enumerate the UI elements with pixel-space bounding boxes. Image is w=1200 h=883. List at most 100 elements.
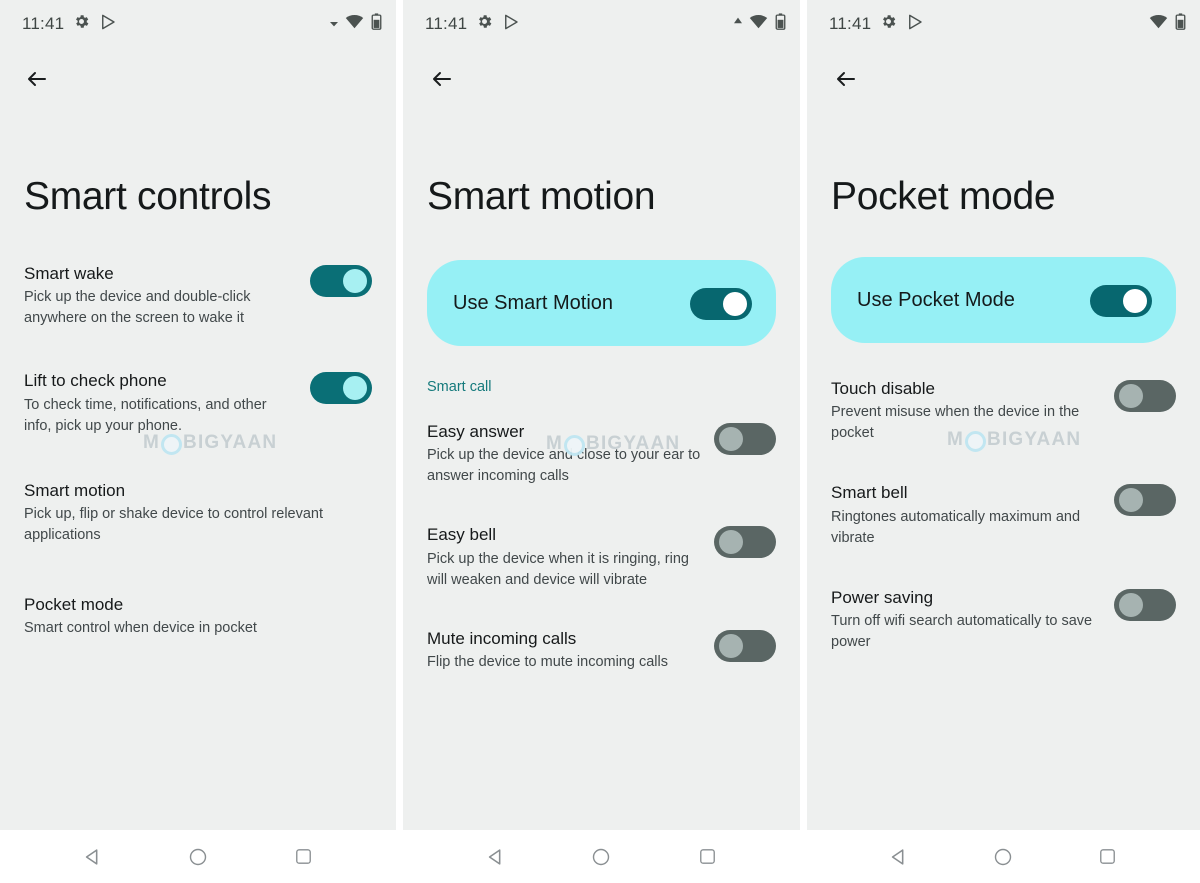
toggle-use-pocket-mode[interactable]	[1090, 285, 1152, 317]
nav-back-button[interactable]	[877, 835, 921, 879]
list-item-subtitle: Smart control when device in pocket	[24, 620, 257, 637]
list-item-subtitle: Flip the device to mute incoming calls	[427, 653, 668, 670]
wifi-icon	[1149, 14, 1168, 34]
gear-icon	[73, 13, 90, 35]
list-item[interactable]: Smart wake Pick up the device and double…	[24, 263, 372, 329]
list-item-texts: Mute incoming calls Flip the device to m…	[427, 628, 702, 673]
three-screenshot-collage: 11:41 Smart controls Smart wake Pick up …	[0, 0, 1200, 883]
status-bar-clock: 11:41	[425, 14, 468, 33]
master-toggle-card-smart-motion[interactable]: Use Smart Motion	[427, 260, 776, 346]
signal-caret-icon	[734, 11, 742, 29]
list-item-texts: Easy answer Pick up the device and close…	[427, 421, 702, 487]
list-item[interactable]: Mute incoming calls Flip the device to m…	[427, 628, 776, 673]
list-item[interactable]: Easy answer Pick up the device and close…	[427, 421, 776, 487]
app-bar	[807, 48, 1200, 110]
wifi-icon	[345, 14, 364, 34]
play-store-icon	[906, 13, 924, 36]
battery-icon	[775, 13, 786, 35]
status-bar-right	[330, 13, 382, 35]
settings-list: Smart wake Pick up the device and double…	[0, 263, 396, 639]
page-title: Smart controls	[24, 175, 272, 218]
list-item-texts: Smart motion Pick up, flip or shake devi…	[24, 480, 372, 546]
list-item-subtitle: Ringtones automatically maximum and vibr…	[831, 508, 1081, 546]
phone-screen-smart-motion: 11:41 Smart motion Use Smart Motion Smar…	[403, 0, 800, 883]
list-item-subtitle: Prevent misuse when the device in the po…	[831, 404, 1080, 442]
nav-back-button[interactable]	[71, 835, 115, 879]
status-bar-left: 11:41	[829, 13, 924, 36]
list-item[interactable]: Pocket mode Smart control when device in…	[24, 594, 372, 639]
list-item-title: Pocket mode	[24, 594, 124, 614]
list-item[interactable]: Power saving Turn off wifi search automa…	[831, 587, 1176, 653]
list-item-title: Mute incoming calls	[427, 628, 577, 648]
toggle-touch-disable[interactable]	[1114, 380, 1176, 412]
toggle-lift-to-check-phone[interactable]	[310, 372, 372, 405]
status-bar-right	[734, 13, 786, 35]
nav-home-button[interactable]	[579, 835, 623, 879]
list-item[interactable]: Smart bell Ringtones automatically maxim…	[831, 482, 1176, 548]
status-bar-left: 11:41	[425, 13, 520, 36]
back-button[interactable]	[425, 62, 459, 96]
list-item-texts: Pocket mode Smart control when device in…	[24, 594, 372, 639]
toggle-knob	[719, 530, 743, 555]
section-header-smart-call: Smart call	[427, 379, 492, 395]
status-bar-clock: 11:41	[829, 14, 872, 33]
toggle-smart-wake[interactable]	[310, 265, 372, 297]
toggle-knob	[723, 292, 747, 316]
nav-home-button[interactable]	[176, 835, 220, 879]
toggle-power-saving[interactable]	[1114, 588, 1176, 621]
app-bar	[0, 48, 396, 110]
play-store-icon	[502, 13, 520, 36]
toggle-knob	[343, 376, 367, 401]
nav-recents-button[interactable]	[1086, 835, 1130, 879]
toggle-knob	[719, 427, 743, 451]
app-bar	[403, 48, 800, 110]
toggle-easy-bell[interactable]	[714, 526, 776, 559]
phone-screen-pocket-mode: 11:41 Pocket mode Use Pocket Mode Touch …	[807, 0, 1200, 883]
list-item-texts: Smart wake Pick up the device and double…	[24, 263, 298, 329]
gear-icon	[880, 13, 897, 35]
navigation-bar	[403, 830, 800, 883]
status-bar-left: 11:41	[22, 13, 117, 36]
list-item-title: Easy bell	[427, 525, 496, 545]
list-item-title: Easy answer	[427, 422, 525, 441]
toggle-easy-answer[interactable]	[714, 423, 776, 455]
toggle-mute-incoming-calls[interactable]	[714, 629, 776, 662]
page-title: Smart motion	[427, 175, 656, 218]
list-item[interactable]: Smart motion Pick up, flip or shake devi…	[24, 480, 372, 546]
master-toggle-label: Use Pocket Mode	[857, 288, 1015, 311]
list-item[interactable]: Touch disable Prevent misuse when the de…	[831, 378, 1176, 444]
toggle-smart-bell[interactable]	[1114, 484, 1176, 517]
gear-icon	[476, 13, 493, 35]
list-item[interactable]: Easy bell Pick up the device when it is …	[427, 524, 776, 590]
status-bar-right	[1149, 13, 1186, 35]
list-item-texts: Touch disable Prevent misuse when the de…	[831, 378, 1102, 444]
nav-recents-button[interactable]	[685, 835, 729, 879]
status-bar: 11:41	[0, 0, 396, 48]
signal-caret-icon	[330, 15, 338, 33]
list-item-subtitle: Pick up the device and close to your ear…	[427, 447, 701, 485]
wifi-icon	[749, 14, 768, 34]
nav-home-button[interactable]	[981, 835, 1025, 879]
toggle-use-smart-motion[interactable]	[690, 288, 752, 320]
list-item-title: Touch disable	[831, 379, 935, 398]
nav-back-button[interactable]	[474, 835, 518, 879]
toggle-knob	[1119, 488, 1143, 513]
master-toggle-label: Use Smart Motion	[453, 291, 614, 314]
toggle-knob	[343, 269, 367, 293]
back-button[interactable]	[829, 62, 863, 96]
master-toggle-card-pocket-mode[interactable]: Use Pocket Mode	[831, 257, 1176, 343]
toggle-knob	[1119, 592, 1143, 617]
back-button[interactable]	[20, 62, 54, 96]
list-item-subtitle: Turn off wifi search automatically to sa…	[831, 612, 1093, 650]
status-bar: 11:41	[403, 0, 800, 48]
settings-list: Easy answer Pick up the device and close…	[403, 421, 800, 673]
battery-icon	[1175, 13, 1186, 35]
battery-icon	[371, 13, 382, 35]
list-item[interactable]: Lift to check phone To check time, notif…	[24, 370, 372, 436]
list-item-title: Smart bell	[831, 483, 908, 503]
list-item-texts: Lift to check phone To check time, notif…	[24, 370, 298, 436]
panel-divider	[800, 0, 807, 883]
play-store-icon	[99, 13, 117, 36]
settings-list: Touch disable Prevent misuse when the de…	[807, 378, 1200, 653]
nav-recents-button[interactable]	[281, 835, 325, 879]
